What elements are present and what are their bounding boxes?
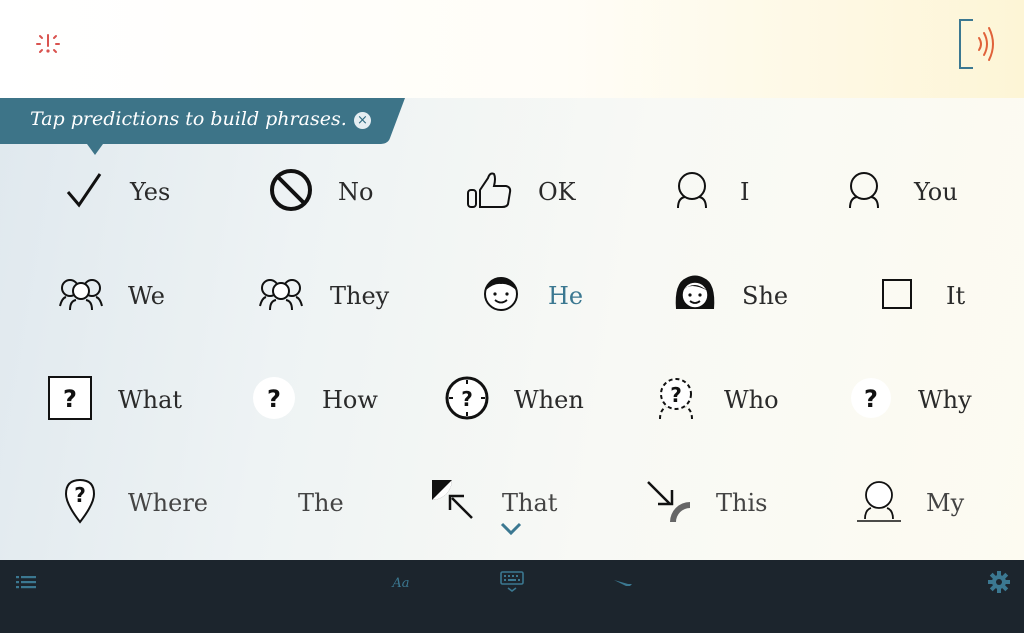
thumbs-up-icon (466, 170, 538, 214)
question-person-icon: ? (656, 376, 724, 424)
prediction-how[interactable]: ? How (252, 370, 378, 430)
prediction-when[interactable]: ? When (444, 370, 584, 430)
pen-icon[interactable] (612, 574, 634, 593)
prediction-label: I (740, 178, 750, 206)
top-bar (0, 0, 1024, 98)
prediction-they[interactable]: They (258, 266, 389, 326)
girl-face-icon (672, 273, 742, 319)
prediction-she[interactable]: She (672, 266, 788, 326)
question-box-icon: ? (48, 376, 118, 424)
svg-text:Aa: Aa (391, 576, 409, 590)
arrow-away-icon (430, 478, 502, 528)
prediction-label: He (548, 282, 584, 310)
prediction-my[interactable]: My (856, 473, 964, 533)
prediction-this[interactable]: This (646, 473, 767, 533)
handwriting-icon[interactable]: Aa (390, 574, 412, 594)
prediction-label: They (330, 282, 390, 310)
prediction-label: OK (538, 178, 576, 206)
prediction-label: What (118, 386, 183, 414)
boy-face-icon (482, 275, 548, 317)
prediction-he[interactable]: He (482, 266, 583, 326)
prediction-why[interactable]: ? Why (850, 370, 972, 430)
prediction-label: When (514, 386, 584, 414)
prohibited-icon (268, 167, 338, 217)
list-icon[interactable] (16, 574, 36, 594)
group-icon (258, 276, 330, 316)
prediction-the[interactable]: The (298, 473, 344, 533)
question-circle-icon: ? (252, 376, 322, 424)
square-icon (882, 279, 946, 313)
prediction-you[interactable]: You (844, 162, 958, 222)
svg-text:?: ? (74, 483, 86, 507)
prediction-yes[interactable]: Yes (64, 162, 170, 222)
prediction-label: How (322, 386, 378, 414)
prediction-label: It (946, 282, 966, 310)
arrow-toward-icon (646, 478, 716, 528)
speaker-icon (959, 19, 994, 69)
prediction-i[interactable]: I (672, 162, 749, 222)
person-icon (672, 170, 740, 214)
group-icon (58, 276, 128, 316)
prediction-label: No (338, 178, 374, 206)
hint-banner: Tap predictions to build phrases. × (0, 98, 405, 155)
question-clock-icon: ? (444, 375, 514, 425)
question-pin-icon: ? (64, 478, 128, 528)
prediction-that[interactable]: That (430, 473, 557, 533)
prediction-label: She (742, 282, 789, 310)
bottom-toolbar: Aa (0, 560, 1024, 633)
svg-text:?: ? (670, 383, 682, 407)
prediction-who[interactable]: ? Who (656, 370, 779, 430)
speak-button[interactable] (955, 18, 1001, 70)
prediction-label: Why (918, 386, 972, 414)
alert-icon[interactable] (33, 30, 63, 58)
prediction-label: This (716, 489, 768, 517)
prediction-label: My (926, 489, 965, 517)
hint-text: Tap predictions to build phrases. (30, 108, 347, 130)
person-mine-icon (856, 479, 926, 527)
prediction-label: You (914, 178, 958, 206)
prediction-label: Yes (130, 178, 171, 206)
keyboard-icon[interactable] (499, 570, 525, 598)
settings-gear-icon[interactable] (988, 571, 1010, 597)
prediction-where[interactable]: ? Where (64, 473, 208, 533)
question-mark-icon: ? (850, 377, 918, 423)
svg-text:?: ? (864, 385, 878, 413)
prediction-label: We (128, 282, 165, 310)
prediction-ok[interactable]: OK (466, 162, 576, 222)
svg-text:?: ? (461, 387, 473, 411)
hint-close-button[interactable]: × (354, 112, 371, 129)
prediction-what[interactable]: ? What (48, 370, 182, 430)
svg-text:?: ? (63, 385, 77, 413)
prediction-label: Who (724, 386, 779, 414)
svg-text:?: ? (267, 385, 281, 413)
person-icon (844, 170, 914, 214)
prediction-label: The (298, 489, 344, 517)
chevron-down-icon[interactable] (499, 520, 523, 536)
prediction-it[interactable]: It (882, 266, 965, 326)
prediction-label: That (502, 489, 558, 517)
checkmark-icon (64, 170, 124, 214)
prediction-label: Where (128, 489, 209, 517)
prediction-we[interactable]: We (58, 266, 165, 326)
prediction-no[interactable]: No (268, 162, 373, 222)
